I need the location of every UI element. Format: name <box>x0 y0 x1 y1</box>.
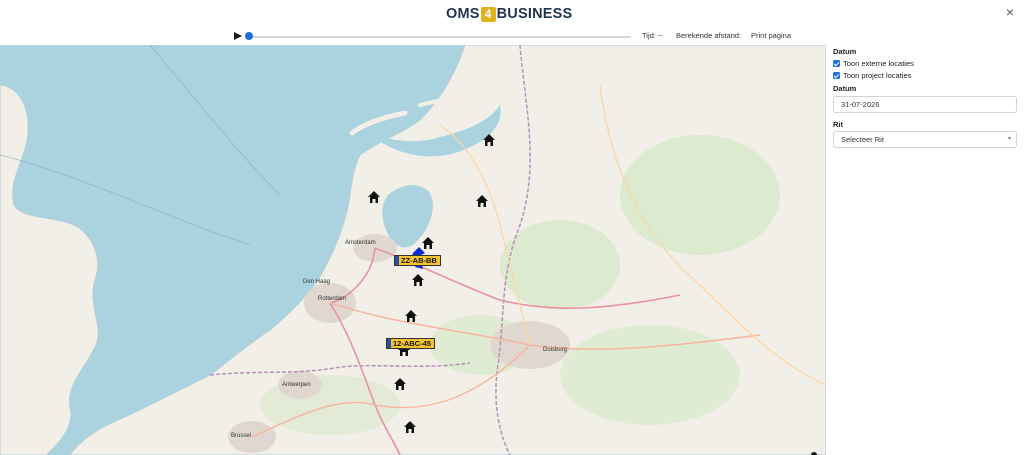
eu-flag-strip <box>387 339 391 348</box>
house-marker-icon[interactable] <box>393 377 407 391</box>
externe-locaties-checkbox[interactable] <box>833 60 840 67</box>
playback-bar: Tijd: -- Berekende afstand: Print pagina <box>0 28 1024 45</box>
toggle-externe-locaties[interactable]: Toon externe locaties <box>833 59 914 68</box>
filter-panel: Datum Toon externe locaties Toon project… <box>826 45 1024 455</box>
externe-locaties-label: Toon externe locaties <box>843 59 914 68</box>
rit-label: Rit <box>833 120 843 129</box>
datum-input[interactable]: 31-07-2026 <box>833 96 1017 113</box>
eu-flag-strip <box>395 256 399 265</box>
project-locaties-checkbox[interactable] <box>833 72 840 79</box>
print-page-link[interactable]: Print pagina <box>751 31 791 40</box>
map-label-amsterdam: Amsterdam <box>345 240 376 246</box>
house-marker-icon[interactable] <box>403 420 417 434</box>
toggle-project-locaties[interactable]: Toon project locaties <box>833 71 911 80</box>
app-logo: OMS 4 BUSINESS <box>446 5 572 23</box>
house-marker-icon[interactable] <box>475 194 489 208</box>
vehicle-plate-marker[interactable]: ZZ-AB-BB <box>394 255 441 266</box>
datum-heading: Datum <box>833 47 857 56</box>
vehicle-plate-text: 12-ABC-45 <box>393 339 431 348</box>
datum-field-label: Datum <box>833 84 857 93</box>
chevron-down-icon: ▾ <box>1007 136 1011 142</box>
vehicle-plate-text: ZZ-AB-BB <box>401 256 437 265</box>
map-label-rotterdam: Rotterdam <box>318 296 347 302</box>
rit-select[interactable]: Selecteer Rit ▾ <box>833 131 1017 148</box>
rit-select-value: Selecteer Rit <box>841 135 884 144</box>
timeline-slider-thumb[interactable] <box>245 32 253 40</box>
map-label-duisburg: Duisburg <box>543 347 568 353</box>
map-label-den-haag: Den Haag <box>303 279 331 285</box>
play-icon[interactable] <box>233 31 243 41</box>
house-marker-icon[interactable] <box>404 309 418 323</box>
route-map[interactable]: Amsterdam Den Haag Rotterdam Antwerpen B… <box>0 45 826 455</box>
house-marker-icon[interactable] <box>367 190 381 204</box>
project-locaties-label: Toon project locaties <box>843 71 912 80</box>
timeline-slider[interactable] <box>247 36 631 38</box>
map-label-antwerpen: Antwerpen <box>282 382 311 388</box>
time-readout: Tijd: -- <box>642 31 663 40</box>
map-label-brussel: Brussel <box>231 433 252 439</box>
close-button[interactable]: × <box>1003 5 1017 19</box>
house-marker-icon[interactable] <box>482 133 496 147</box>
vehicle-plate-marker[interactable]: 12-ABC-45 <box>386 338 435 349</box>
app-header: OMS 4 BUSINESS × <box>0 0 1024 28</box>
logo-text-left: OMS <box>446 6 480 22</box>
logo-text-right: BUSINESS <box>496 6 573 22</box>
logo-badge: 4 <box>480 6 496 22</box>
distance-readout: Berekende afstand: <box>676 31 742 40</box>
map-attribution-icon[interactable] <box>809 450 819 455</box>
house-marker-icon[interactable] <box>411 273 425 287</box>
